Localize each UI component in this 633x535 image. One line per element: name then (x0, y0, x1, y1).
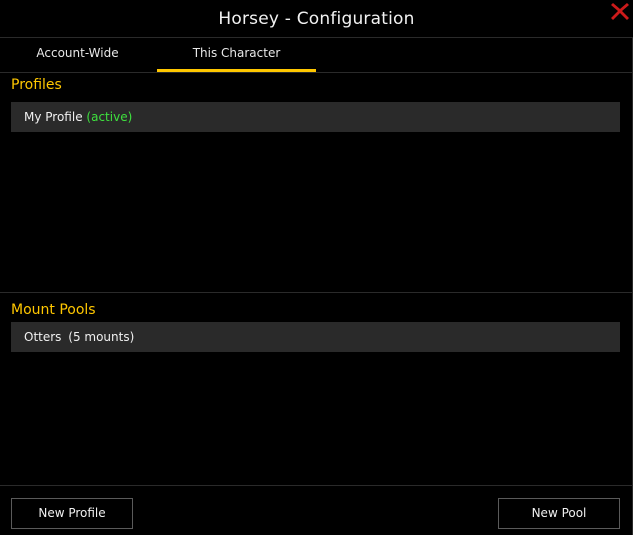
profile-name: My Profile (24, 110, 83, 124)
tabs-divider (0, 72, 633, 73)
mount-pools-section-title: Mount Pools (11, 302, 96, 318)
tab-account-wide[interactable]: Account-Wide (0, 38, 155, 70)
close-icon (611, 3, 629, 20)
pool-mount-count: (5 mounts) (68, 330, 135, 344)
pool-list-item[interactable]: Otters (5 mounts) (11, 322, 620, 352)
section-divider (0, 292, 633, 293)
window-title: Horsey - Configuration (218, 9, 415, 29)
tab-bar: Account-Wide This Character (0, 38, 633, 72)
profile-list-item[interactable]: My Profile (active) (11, 102, 620, 132)
config-window: Horsey - Configuration Account-Wide This… (0, 0, 633, 535)
profiles-section-title: Profiles (11, 77, 62, 93)
footer-divider (0, 485, 633, 486)
new-pool-button[interactable]: New Pool (498, 498, 620, 529)
pool-name: Otters (24, 330, 62, 344)
tab-this-character[interactable]: This Character (157, 38, 316, 72)
profile-active-badge: (active) (86, 110, 133, 124)
new-profile-button[interactable]: New Profile (11, 498, 133, 529)
close-button[interactable] (609, 0, 631, 22)
